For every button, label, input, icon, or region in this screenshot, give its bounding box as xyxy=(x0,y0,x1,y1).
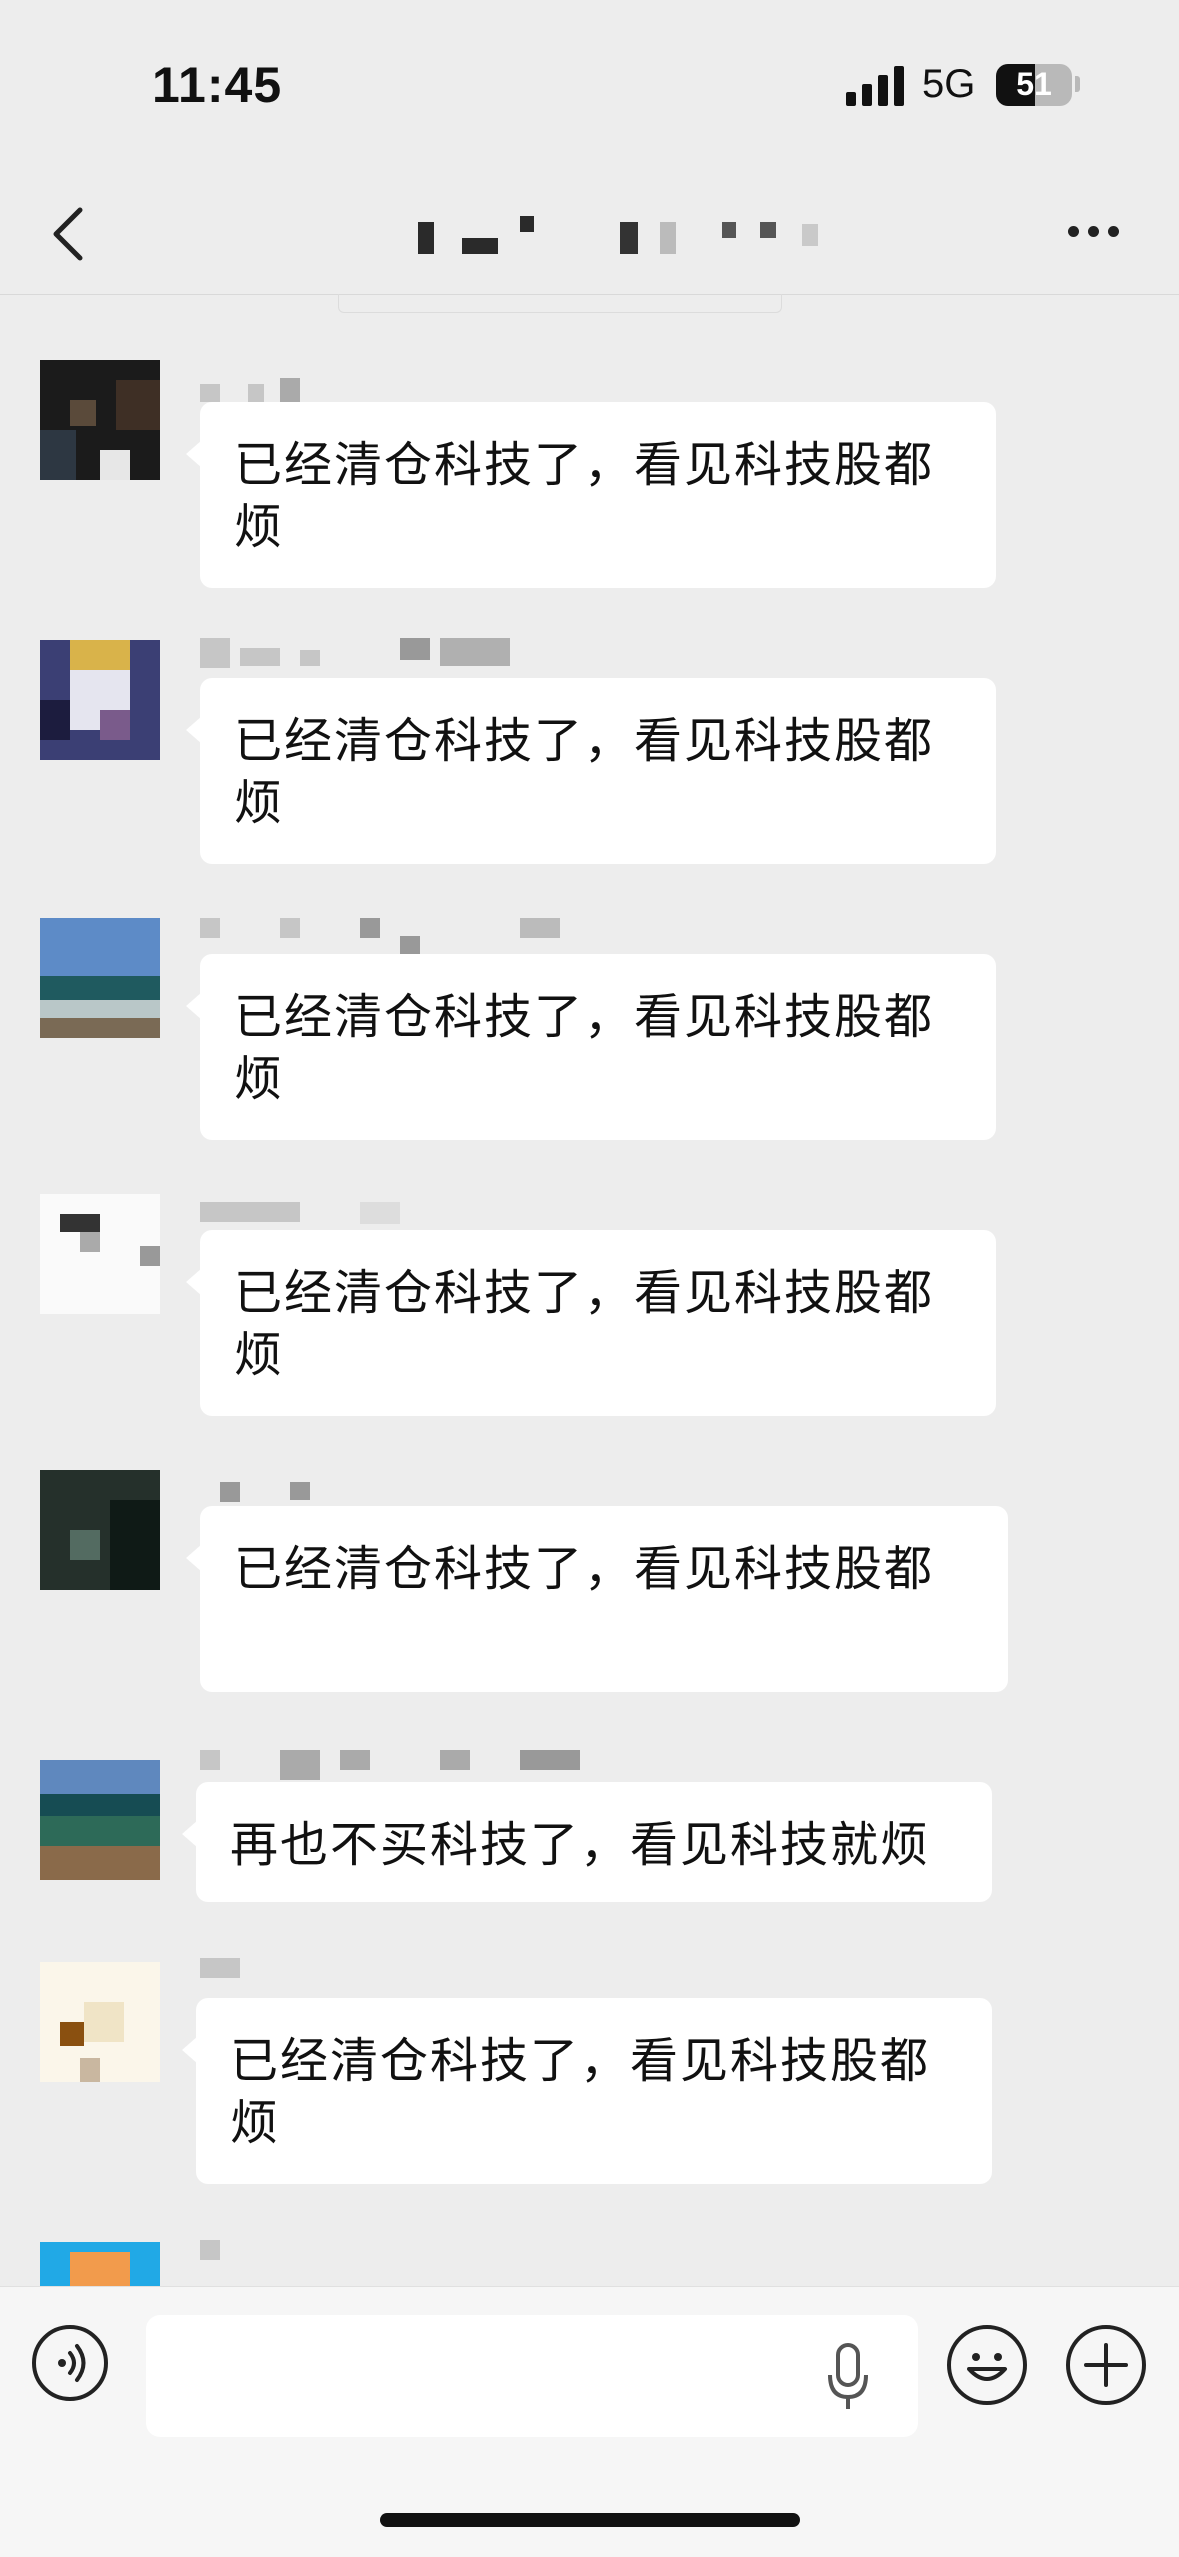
more-dots-icon[interactable] xyxy=(1064,212,1124,252)
message-bubble[interactable]: 已经清仓科技了，看见科技股都烦 xyxy=(182,1998,992,2184)
voice-icon[interactable] xyxy=(32,2325,108,2401)
avatar[interactable] xyxy=(40,640,160,760)
status-bar: 11:45 5G 51 xyxy=(0,0,1179,170)
avatar[interactable] xyxy=(40,918,160,1038)
message-text: 已经清仓科技了，看见科技股都烦 xyxy=(234,437,935,555)
avatar[interactable] xyxy=(40,1470,160,1590)
avatar[interactable] xyxy=(40,1760,160,1880)
chat-nav-bar xyxy=(0,170,1179,295)
emoji-icon[interactable] xyxy=(947,2325,1027,2405)
battery-tip xyxy=(1075,76,1080,92)
message-bubble[interactable]: 已经清仓科技了，看见科技股都 xyxy=(186,1506,1008,1692)
sender-name-pixelated xyxy=(200,638,540,668)
sender-name-pixelated xyxy=(200,1202,420,1232)
sender-name-pixelated xyxy=(200,918,560,954)
plus-icon[interactable] xyxy=(1066,2325,1146,2405)
avatar[interactable] xyxy=(40,2242,160,2286)
chat-input-bar xyxy=(0,2286,1179,2557)
message-text: 已经清仓科技了，看见科技股都 xyxy=(234,1541,935,1597)
message-text: 已经清仓科技了，看见科技股都烦 xyxy=(234,1265,935,1383)
network-type: 5G xyxy=(922,62,976,106)
cellular-signal-icon xyxy=(846,64,904,106)
message-bubble[interactable]: 已经清仓科技了，看见科技股都烦 xyxy=(186,678,996,864)
chevron-left-icon[interactable] xyxy=(42,202,102,266)
home-indicator[interactable] xyxy=(380,2513,800,2527)
message-text: 再也不买科技了，看见科技就烦 xyxy=(230,1817,931,1873)
sender-name-pixelated xyxy=(200,1958,260,1988)
partial-card xyxy=(338,294,782,313)
sender-name-pixelated xyxy=(200,1750,600,1780)
avatar[interactable] xyxy=(40,1962,160,2082)
chat-title-pixelated xyxy=(410,216,840,260)
sender-name-pixelated xyxy=(200,2240,260,2270)
message-bubble[interactable]: 已经清仓科技了，看见科技股都烦 xyxy=(186,1230,996,1416)
message-bubble[interactable]: 已经清仓科技了，看见科技股都烦 xyxy=(186,402,996,588)
avatar[interactable] xyxy=(40,1194,160,1314)
message-bubble[interactable]: 已经清仓科技了，看见科技股都烦 xyxy=(186,954,996,1140)
avatar[interactable] xyxy=(40,360,160,480)
microphone-icon[interactable] xyxy=(826,2343,870,2413)
battery-icon: 51 xyxy=(996,64,1072,106)
message-text: 已经清仓科技了，看见科技股都烦 xyxy=(234,989,935,1107)
message-text: 已经清仓科技了，看见科技股都烦 xyxy=(234,713,935,831)
status-time: 11:45 xyxy=(152,57,283,113)
battery-percent: 51 xyxy=(1016,66,1052,102)
message-text: 已经清仓科技了，看见科技股都烦 xyxy=(230,2033,931,2151)
message-bubble[interactable]: 再也不买科技了，看见科技就烦 xyxy=(182,1782,992,1902)
message-input[interactable] xyxy=(146,2315,918,2437)
sender-name-pixelated xyxy=(200,1464,360,1502)
